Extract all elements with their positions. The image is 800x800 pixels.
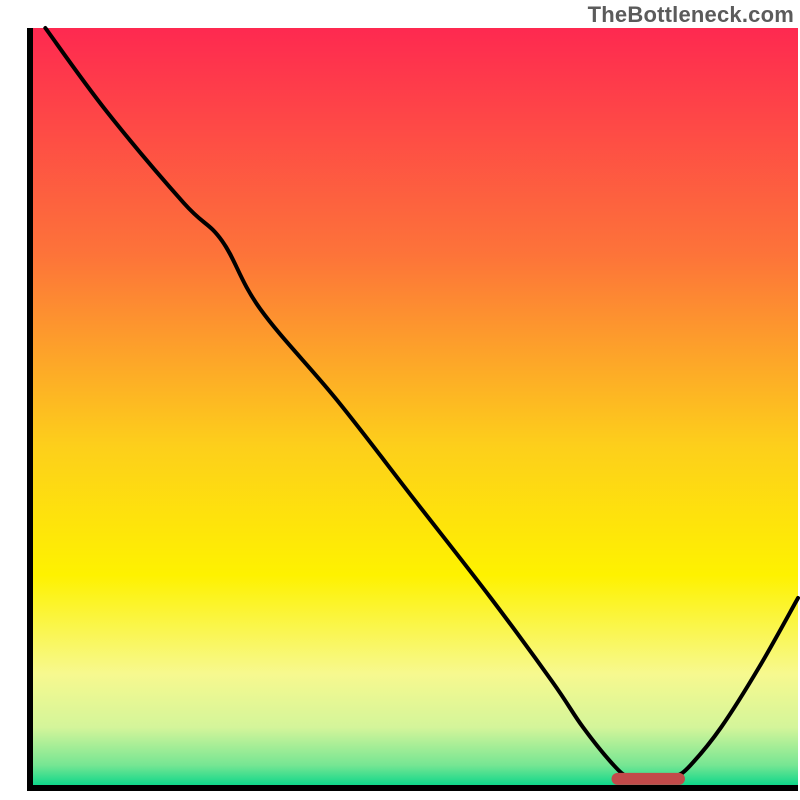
plot-background bbox=[30, 28, 798, 788]
chart-container: TheBottleneck.com bbox=[0, 0, 800, 800]
watermark-text: TheBottleneck.com bbox=[588, 2, 794, 28]
bottleneck-chart bbox=[0, 0, 800, 800]
